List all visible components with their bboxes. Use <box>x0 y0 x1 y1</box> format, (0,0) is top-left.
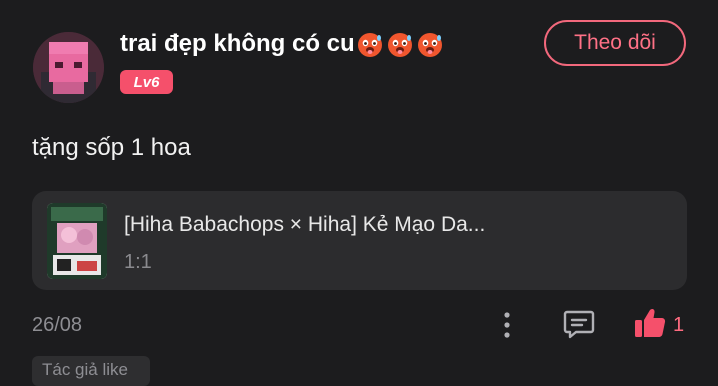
avatar[interactable] <box>33 32 104 103</box>
level-badge: Lv6 <box>120 70 173 94</box>
follow-button[interactable]: Theo dõi <box>544 20 686 66</box>
hot-face-emoji-icon <box>357 33 382 58</box>
link-card-thumbnail <box>47 203 107 279</box>
username[interactable]: trai đẹp không có cu <box>120 27 447 62</box>
post-date: 26/08 <box>32 314 83 336</box>
post-text: tặng sốp 1 hoa <box>32 134 191 161</box>
link-card-subtitle: 1:1 <box>124 251 152 273</box>
author-liked-tag: Tác giả like <box>32 356 150 386</box>
username-text: trai đẹp không có cu <box>120 30 355 57</box>
link-card[interactable]: [Hiha Babachops × Hiha] Kẻ Mạo Da... 1:1 <box>32 191 687 290</box>
username-emojis <box>357 28 447 62</box>
hot-face-emoji-icon <box>387 33 412 58</box>
thumbs-up-icon[interactable] <box>633 306 667 340</box>
hot-face-emoji-icon <box>417 33 442 58</box>
more-vertical-icon[interactable] <box>497 309 517 341</box>
link-card-title: [Hiha Babachops × Hiha] Kẻ Mạo Da... <box>124 213 486 236</box>
comment-icon[interactable] <box>562 308 596 340</box>
follow-button-label: Theo dõi <box>574 31 656 54</box>
like-count: 1 <box>673 314 685 336</box>
